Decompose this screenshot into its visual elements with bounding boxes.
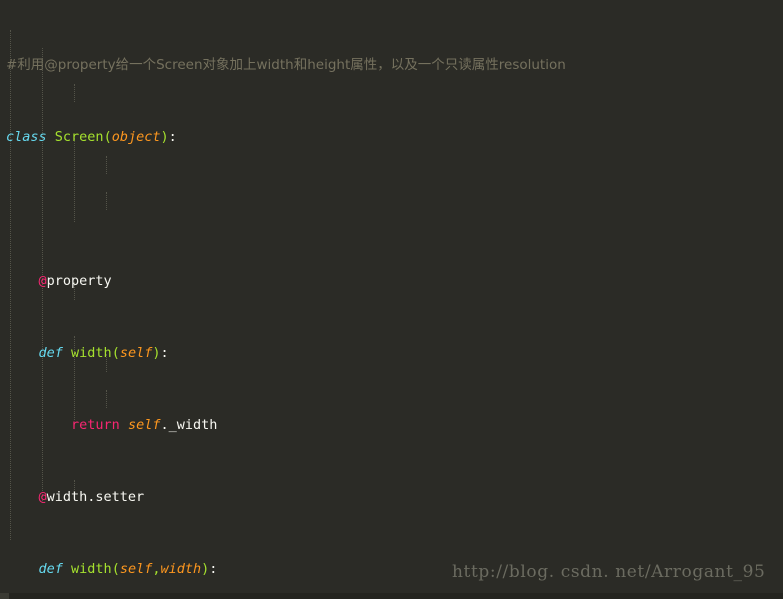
decorator-property: property bbox=[46, 273, 112, 289]
code-line-5[interactable]: def width(self): bbox=[0, 344, 783, 362]
code-line-4[interactable]: @property bbox=[0, 272, 783, 290]
class-name-screen: Screen bbox=[54, 129, 104, 145]
param-self: self bbox=[127, 417, 161, 433]
code-block[interactable]: #利用@property给一个Screen对象加上width和height属性，… bbox=[0, 0, 783, 599]
keyword-class: class bbox=[6, 129, 47, 145]
code-line-7[interactable]: @width.setter bbox=[0, 488, 783, 506]
param-width: width bbox=[160, 561, 202, 577]
base-class-object: object bbox=[111, 129, 161, 145]
scrollbar-thumb[interactable] bbox=[0, 593, 9, 599]
code-line-3[interactable] bbox=[0, 200, 783, 218]
method-name-width: width bbox=[71, 561, 112, 577]
decorator-width-setter: width.setter bbox=[46, 489, 145, 505]
code-line-2[interactable]: class Screen(object): bbox=[0, 128, 783, 146]
method-name-width: width bbox=[71, 345, 112, 361]
comment-token: #利用@property给一个Screen对象加上width和height属性，… bbox=[6, 57, 566, 73]
watermark-blog-url: http://blog. csdn. net/Arrogant_95 bbox=[452, 562, 766, 582]
param-self: self bbox=[119, 345, 153, 361]
keyword-return: return bbox=[71, 417, 120, 433]
keyword-def: def bbox=[38, 561, 63, 577]
keyword-def: def bbox=[38, 345, 63, 361]
code-editor-pane[interactable]: #利用@property给一个Screen对象加上width和height属性，… bbox=[0, 0, 783, 599]
code-line-1[interactable]: #利用@property给一个Screen对象加上width和height属性，… bbox=[0, 56, 783, 74]
param-self: self bbox=[119, 561, 153, 577]
decorator-at-icon: @ bbox=[38, 489, 47, 505]
code-line-6[interactable]: return self._width bbox=[0, 416, 783, 434]
decorator-at-icon: @ bbox=[38, 273, 47, 289]
horizontal-scrollbar[interactable] bbox=[0, 593, 783, 599]
